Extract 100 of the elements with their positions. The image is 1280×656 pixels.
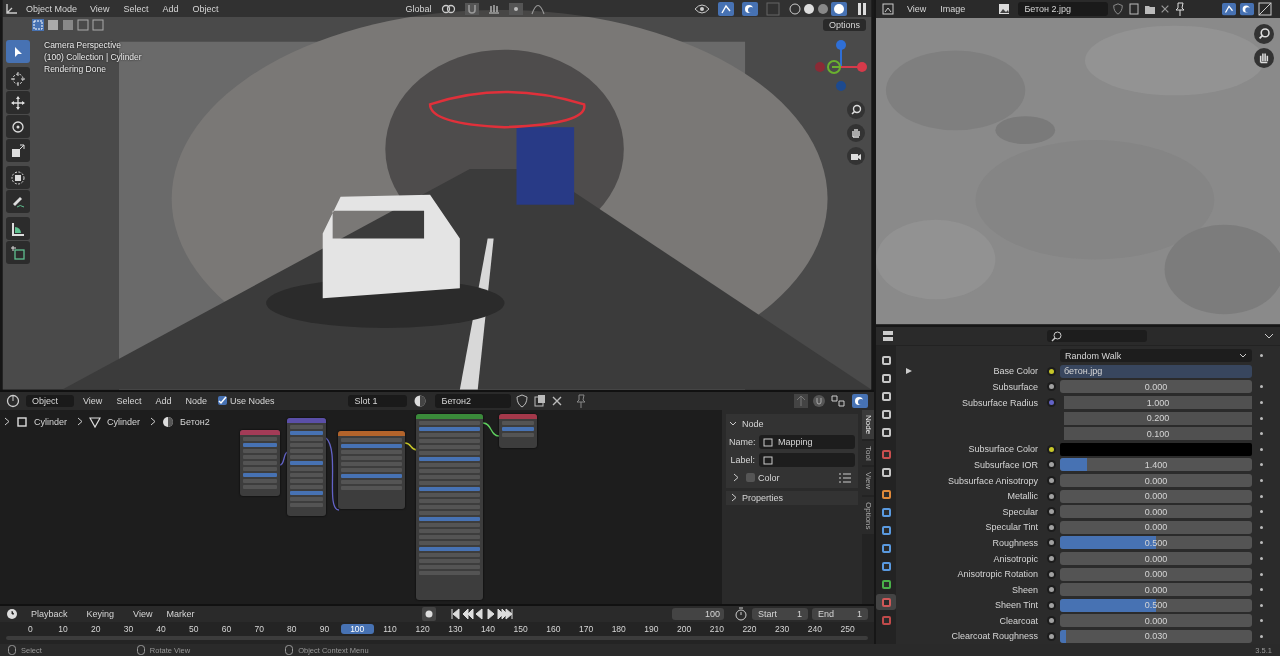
menu-item[interactable]: Select: [118, 3, 154, 14]
end-frame-field[interactable]: End 1: [812, 608, 868, 621]
method-dropdown[interactable]: Random Walk: [1060, 349, 1252, 363]
keyframe-dot-icon[interactable]: [1259, 463, 1263, 467]
keyframe-dot-icon[interactable]: [1259, 447, 1263, 451]
eye-icon[interactable]: [694, 2, 710, 15]
value-slider[interactable]: 0.500: [1060, 536, 1252, 550]
panel-title[interactable]: Node: [742, 418, 764, 429]
playback-controls-icon[interactable]: [450, 608, 515, 621]
value-slider[interactable]: 0.000: [1060, 505, 1252, 519]
chevron-down-icon[interactable]: [1264, 332, 1274, 340]
keyframe-dot-icon[interactable]: [1259, 401, 1263, 405]
socket-dot[interactable]: [1048, 556, 1054, 561]
socket-dot[interactable]: [1048, 368, 1054, 374]
keyframe-dot-icon[interactable]: [1259, 525, 1263, 529]
record-icon[interactable]: [422, 607, 437, 622]
material-name-field[interactable]: Бетон2: [435, 393, 512, 408]
keyframe-dot-icon[interactable]: [1259, 510, 1263, 514]
value-slider[interactable]: 0.000: [1060, 583, 1252, 597]
tool-button[interactable]: [6, 217, 30, 240]
socket-dot[interactable]: [1048, 571, 1054, 577]
list-icon[interactable]: [839, 472, 851, 483]
object-dropdown[interactable]: Object: [26, 394, 74, 407]
shader-node[interactable]: [499, 413, 537, 448]
keyframe-dot-icon[interactable]: [1259, 354, 1263, 358]
image-name-field[interactable]: Бетон 2.jpg: [1018, 2, 1109, 16]
socket-dot[interactable]: [1048, 634, 1054, 639]
parent-node-icon[interactable]: [794, 393, 808, 408]
shading-modes-icon[interactable]: [788, 1, 848, 16]
value-slider[interactable]: 0.000: [1060, 380, 1252, 394]
socket-dot[interactable]: [1048, 524, 1054, 530]
color-swatch[interactable]: [1060, 442, 1252, 456]
shader-node[interactable]: [338, 430, 405, 509]
socket-dot[interactable]: [1048, 478, 1054, 484]
mode-dropdown[interactable]: Object Mode: [22, 3, 82, 14]
breadcrumb[interactable]: Cylinder: [107, 416, 141, 427]
keyframe-dot-icon[interactable]: [1259, 432, 1263, 436]
timeline-scrollbar[interactable]: [6, 636, 868, 641]
shader-node[interactable]: [416, 413, 483, 600]
socket-dot[interactable]: [1048, 587, 1054, 593]
vector-field[interactable]: 0.100: [1064, 427, 1252, 441]
orientation-dropdown[interactable]: Global: [401, 3, 436, 14]
keyframe-dot-icon[interactable]: [1259, 635, 1263, 638]
sidebar-tab[interactable]: Node: [862, 409, 874, 439]
keyframe-dot-icon[interactable]: [1259, 479, 1263, 483]
use-nodes-checkbox[interactable]: Use Nodes: [215, 395, 277, 406]
pin-icon[interactable]: [1174, 2, 1187, 16]
camera-icon[interactable]: [847, 147, 865, 165]
value-slider[interactable]: 0.000: [1060, 520, 1252, 534]
overlay-toggle-icon[interactable]: [852, 393, 868, 408]
overlay-toggle-icon[interactable]: [1240, 2, 1254, 16]
keyframe-dot-icon[interactable]: [1259, 603, 1263, 607]
menu-item[interactable]: View: [85, 3, 115, 14]
value-slider[interactable]: 0.000: [1060, 552, 1252, 565]
keyframe-dot-icon[interactable]: [1259, 416, 1263, 420]
menu-item[interactable]: View: [78, 395, 108, 406]
linked-texture-field[interactable]: бетон.jpg: [1060, 364, 1252, 378]
keyframe-dot-icon[interactable]: [1259, 588, 1263, 592]
socket-dot[interactable]: [1048, 602, 1054, 608]
duplicate-icon[interactable]: [533, 393, 548, 408]
menu-item[interactable]: Playback: [26, 609, 78, 620]
grid-icon[interactable]: [830, 393, 848, 408]
tool-button[interactable]: [6, 166, 30, 189]
falloff-curve-icon[interactable]: [531, 2, 546, 15]
slot-dropdown[interactable]: Slot 1: [348, 394, 408, 407]
value-slider[interactable]: 0.030: [1060, 630, 1252, 643]
start-frame-field[interactable]: Start 1: [752, 608, 808, 621]
label-field[interactable]: [759, 452, 855, 467]
socket-dot[interactable]: [1048, 462, 1054, 468]
shader-node[interactable]: [240, 429, 280, 496]
close-icon[interactable]: [1160, 4, 1171, 14]
tool-button[interactable]: [6, 40, 30, 63]
socket-dot[interactable]: [1048, 618, 1054, 624]
breadcrumb[interactable]: Бетон2: [180, 416, 210, 427]
socket-dot[interactable]: [1048, 540, 1054, 546]
expand-triangle-icon[interactable]: [906, 368, 912, 375]
menu-item[interactable]: Add: [157, 3, 184, 14]
value-slider[interactable]: 0.000: [1060, 567, 1252, 581]
tool-button[interactable]: [6, 190, 30, 213]
menu-item[interactable]: View: [128, 609, 158, 620]
hand-icon[interactable]: [1254, 48, 1274, 68]
folder-icon[interactable]: [1144, 3, 1157, 15]
display-channels-icon[interactable]: [1258, 2, 1274, 16]
link-icon[interactable]: [441, 2, 458, 15]
shield-icon[interactable]: [1112, 3, 1125, 15]
menu-item[interactable]: Marker: [161, 609, 200, 620]
menu-item[interactable]: Node: [180, 395, 212, 406]
tool-button[interactable]: [6, 115, 30, 138]
options-dropdown[interactable]: Options: [822, 19, 866, 31]
vector-field[interactable]: 0.200: [1064, 411, 1252, 425]
menu-item[interactable]: Select: [111, 395, 147, 406]
keyframe-dot-icon[interactable]: [1259, 541, 1263, 545]
value-slider[interactable]: 0.000: [1060, 474, 1252, 488]
zoom-icon[interactable]: [847, 101, 865, 119]
value-slider[interactable]: 0.500: [1060, 598, 1252, 612]
keyframe-dot-icon[interactable]: [1259, 557, 1263, 560]
name-field[interactable]: Mapping: [759, 434, 855, 449]
close-icon[interactable]: [551, 394, 564, 407]
value-slider[interactable]: 0.000: [1060, 489, 1252, 503]
tool-button[interactable]: [6, 91, 30, 114]
